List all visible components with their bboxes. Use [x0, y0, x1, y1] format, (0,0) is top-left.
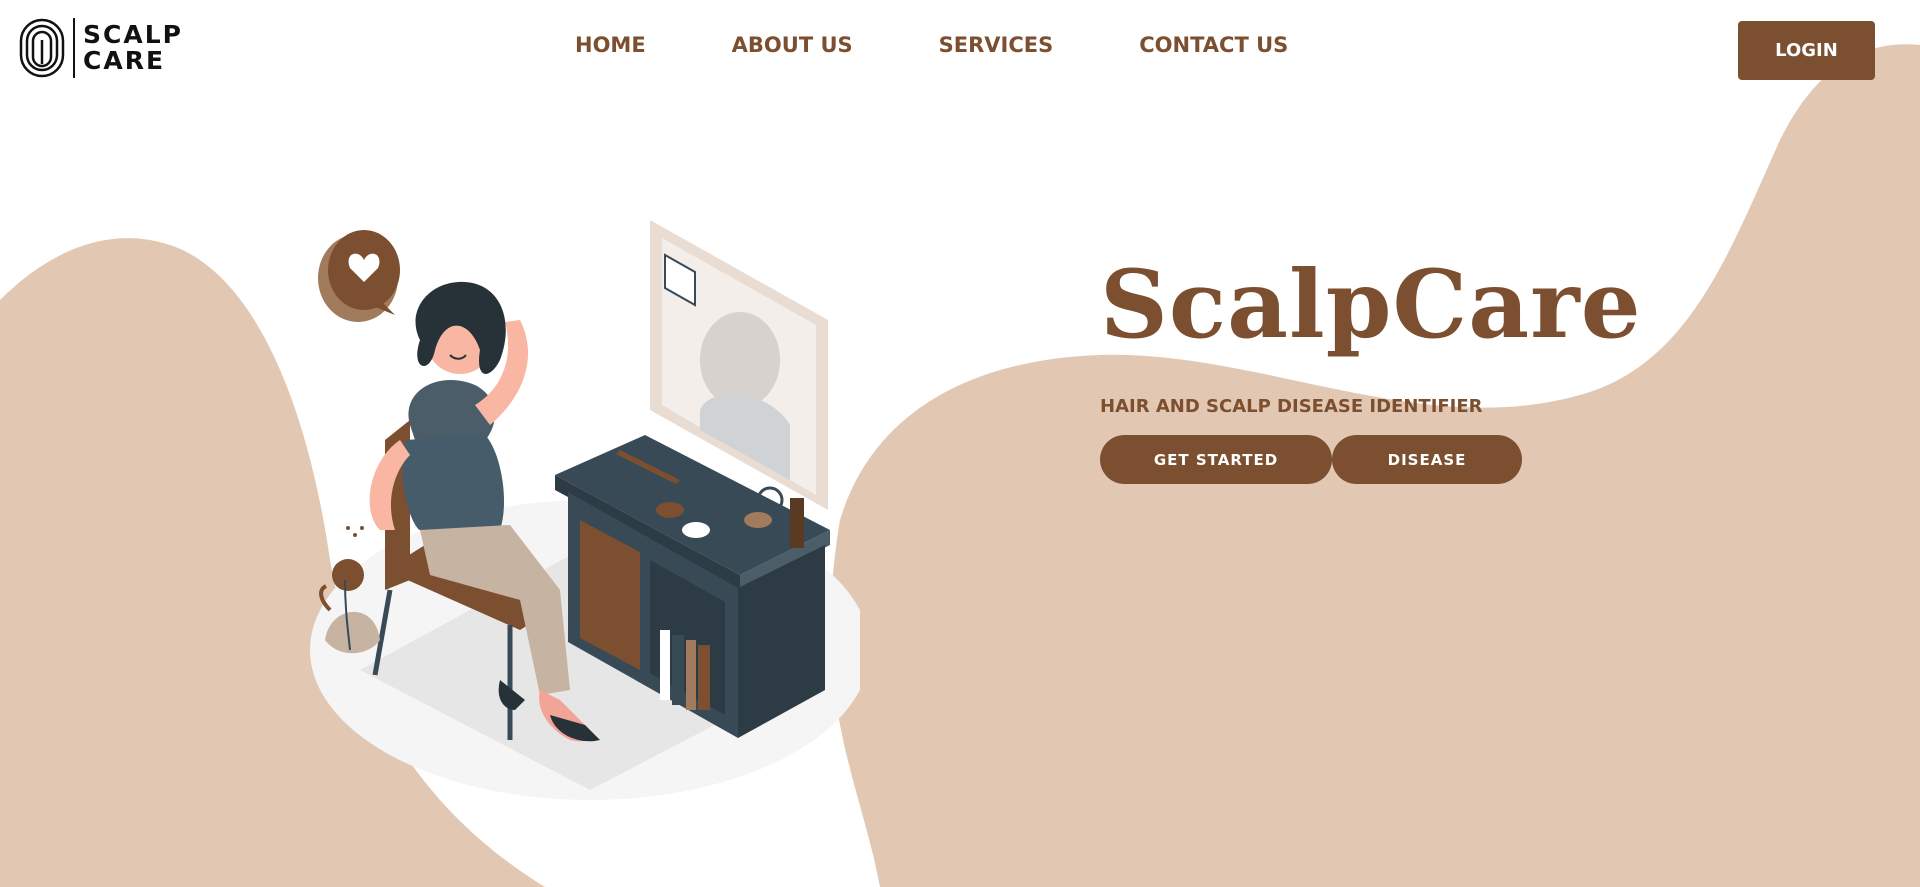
site-header: SCALP CARE HOME ABOUT US SERVICES CONTAC… — [0, 0, 1920, 100]
fingerprint-icon — [19, 18, 65, 78]
nav-contact-us[interactable]: CONTACT US — [1139, 33, 1288, 57]
heart-speech-bubble-icon — [318, 230, 400, 322]
hero-section: ScalpCare HAIR AND SCALP DISEASE IDENTIF… — [1100, 250, 1642, 484]
get-started-button[interactable]: GET STARTED — [1100, 435, 1332, 484]
woman-at-vanity-illustration — [310, 220, 860, 800]
hero-buttons: GET STARTED DISEASE — [1100, 435, 1642, 484]
logo-line-1: SCALP — [83, 20, 183, 49]
logo-text: SCALP CARE — [83, 22, 183, 74]
login-button[interactable]: LOGIN — [1738, 21, 1875, 80]
nav-about-us[interactable]: ABOUT US — [732, 33, 853, 57]
logo-divider — [73, 18, 75, 78]
nav-services[interactable]: SERVICES — [939, 33, 1054, 57]
nav-home[interactable]: HOME — [575, 33, 646, 57]
hero-title: ScalpCare — [1100, 250, 1642, 360]
hero-subtitle: HAIR AND SCALP DISEASE IDENTIFIER — [1100, 396, 1483, 417]
logo-line-2: CARE — [83, 46, 166, 75]
disease-button[interactable]: DISEASE — [1332, 435, 1522, 484]
logo[interactable]: SCALP CARE — [19, 18, 183, 78]
main-nav: HOME ABOUT US SERVICES CONTACT US — [575, 33, 1374, 57]
